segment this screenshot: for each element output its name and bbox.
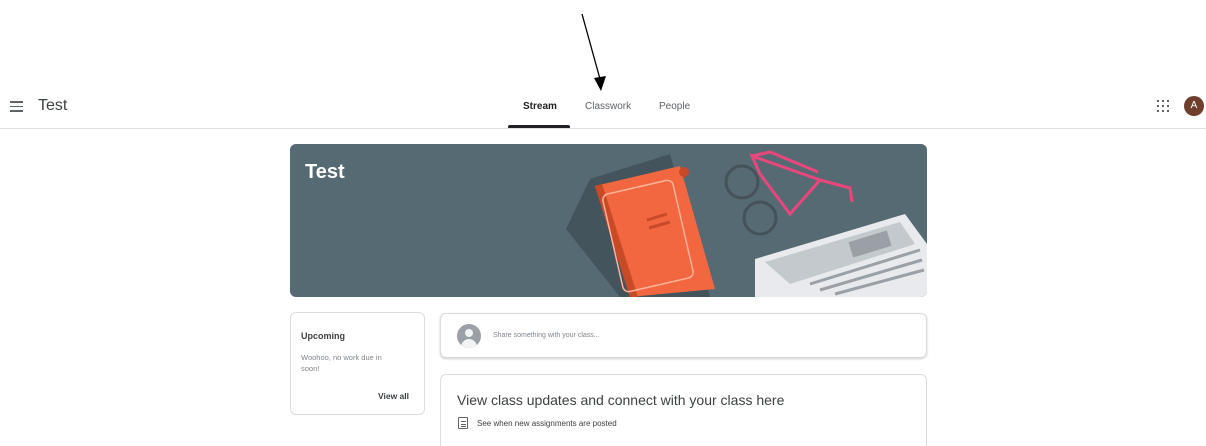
banner-title: Test xyxy=(305,161,345,183)
banner-illustration xyxy=(566,150,927,297)
newspaper-graphic xyxy=(755,214,927,297)
tab-stream[interactable]: Stream xyxy=(523,101,557,112)
tab-bar: Stream Classwork People xyxy=(0,88,1206,128)
user-avatar[interactable]: A xyxy=(1184,96,1204,116)
top-bar: Test Stream Classwork People A xyxy=(0,88,1206,129)
upcoming-card: Upcoming Woohoo, no work due in soon! Vi… xyxy=(290,312,425,415)
annotation-arrow xyxy=(581,13,606,91)
upcoming-text: Woohoo, no work due in soon! xyxy=(301,353,382,373)
view-all-link[interactable]: View all xyxy=(378,391,409,401)
info-card: View class updates and connect with your… xyxy=(440,374,927,446)
share-placeholder[interactable]: Share something with your class... xyxy=(493,332,600,339)
upcoming-title: Upcoming xyxy=(301,331,345,341)
class-banner: Test xyxy=(290,144,927,297)
apps-grid-icon[interactable] xyxy=(1157,100,1169,112)
tab-classwork[interactable]: Classwork xyxy=(585,101,631,112)
info-title: View class updates and connect with your… xyxy=(457,392,785,408)
user-avatar-icon xyxy=(457,324,481,348)
share-box[interactable]: Share something with your class... xyxy=(440,313,927,358)
info-line: See when new assignments are posted xyxy=(477,419,617,428)
assignment-icon xyxy=(458,417,468,429)
active-tab-indicator xyxy=(508,125,570,128)
glasses-graphic xyxy=(724,150,854,236)
tab-people[interactable]: People xyxy=(659,101,690,112)
